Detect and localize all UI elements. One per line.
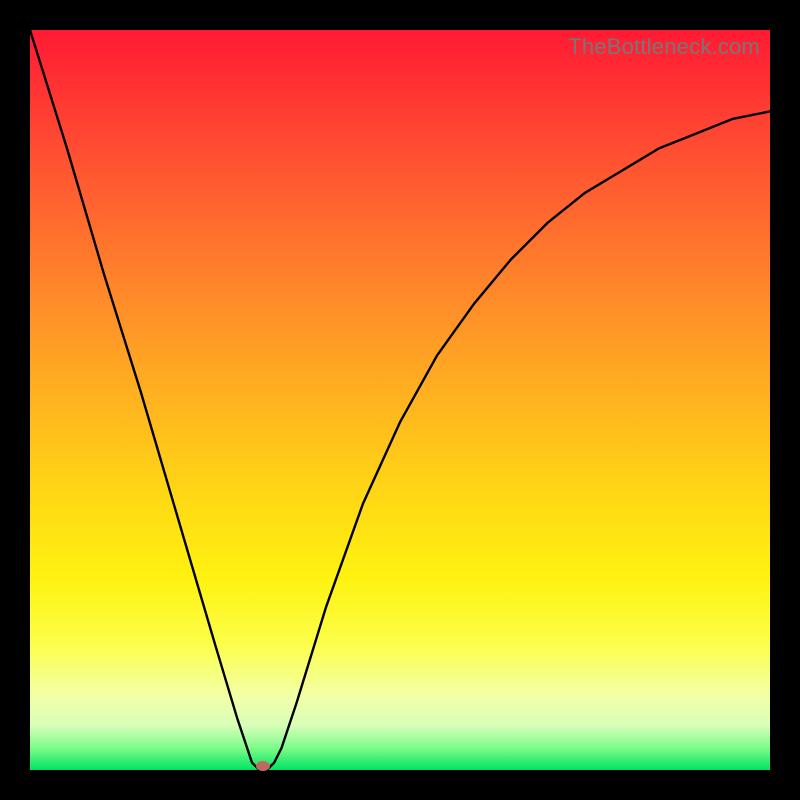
optimum-marker <box>256 761 270 771</box>
watermark-text: TheBottleneck.com <box>568 34 760 60</box>
plot-area: TheBottleneck.com <box>30 30 770 770</box>
bottleneck-curve <box>30 30 770 770</box>
chart-frame: TheBottleneck.com <box>0 0 800 800</box>
curve-path <box>30 30 770 770</box>
